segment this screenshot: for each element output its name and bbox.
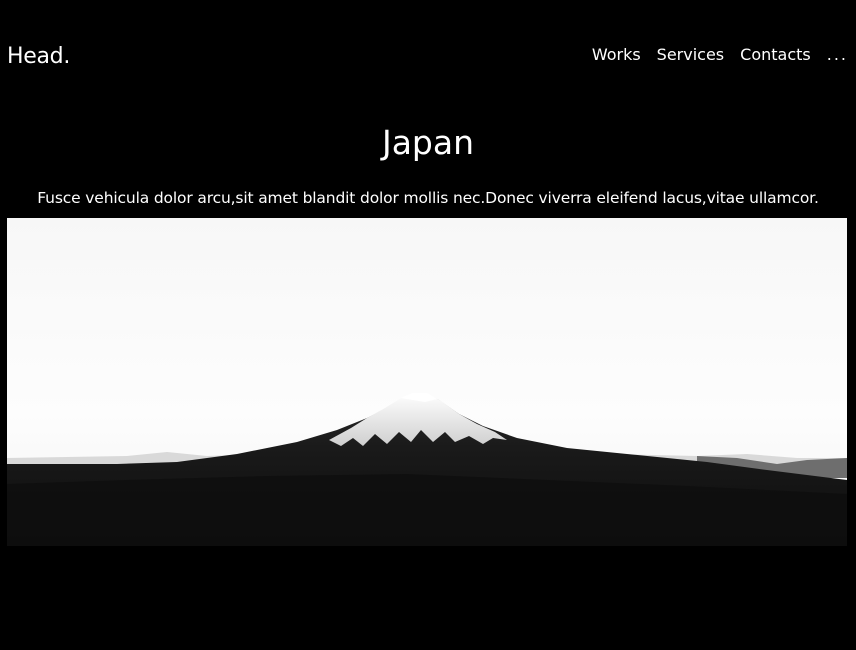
hero-image	[7, 218, 847, 546]
logo[interactable]: Head.	[7, 44, 70, 69]
more-menu-button[interactable]: ...	[827, 45, 848, 64]
nav-works[interactable]: Works	[592, 45, 641, 64]
main-nav: Works Services Contacts ...	[592, 45, 848, 64]
mountain-photo	[7, 218, 847, 546]
nav-contacts[interactable]: Contacts	[740, 45, 811, 64]
page: Head. Works Services Contacts ... Japan …	[0, 0, 856, 650]
page-title: Japan	[381, 123, 475, 162]
page-subtitle: Fusce vehicula dolor arcu,sit amet bland…	[37, 189, 819, 207]
nav-services[interactable]: Services	[657, 45, 724, 64]
